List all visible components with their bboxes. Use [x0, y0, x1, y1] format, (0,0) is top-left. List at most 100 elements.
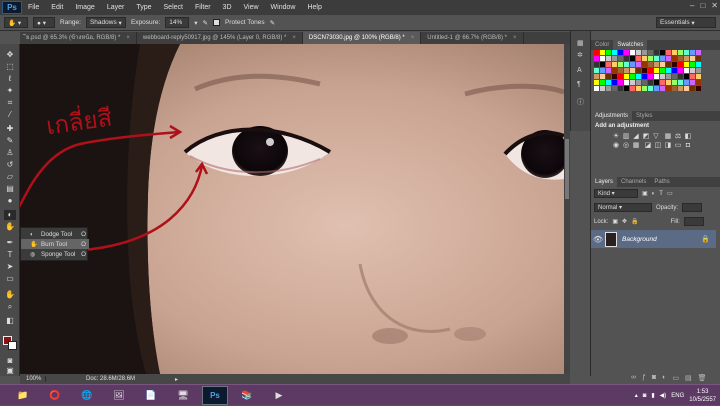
swatch[interactable]: [654, 62, 659, 67]
hand-tool-icon[interactable]: ✋: [4, 290, 16, 300]
swatch[interactable]: [660, 80, 665, 85]
swatch[interactable]: [648, 86, 653, 91]
fx-icon[interactable]: ƒ: [642, 374, 646, 382]
swatch[interactable]: [624, 68, 629, 73]
photo-filter-icon[interactable]: ◉: [611, 141, 621, 150]
swatch[interactable]: [600, 74, 605, 79]
swatch[interactable]: [660, 68, 665, 73]
screen-mode-icon[interactable]: ▣: [4, 366, 16, 376]
swatch[interactable]: [612, 56, 617, 61]
selective-color-icon[interactable]: ◘: [683, 142, 693, 151]
swatch[interactable]: [594, 80, 599, 85]
swatch[interactable]: [630, 80, 635, 85]
swatch[interactable]: [594, 86, 599, 91]
move-tool-icon[interactable]: ✥: [4, 50, 16, 60]
swatch[interactable]: [636, 62, 641, 67]
swatch[interactable]: [678, 62, 683, 67]
brightness-icon[interactable]: ☀: [611, 132, 621, 141]
brush-size-picker[interactable]: ● ▾: [33, 17, 55, 28]
swatch[interactable]: [660, 62, 665, 67]
swatch[interactable]: [648, 80, 653, 85]
swatch[interactable]: [624, 86, 629, 91]
swatch[interactable]: [696, 86, 701, 91]
close-tab-icon[interactable]: ×: [126, 32, 130, 44]
swatch[interactable]: [630, 86, 635, 91]
swatch[interactable]: [648, 68, 653, 73]
blur-tool-icon[interactable]: ●: [4, 196, 16, 206]
swatch[interactable]: [678, 86, 683, 91]
posterize-icon[interactable]: ◫: [653, 141, 663, 150]
swatch[interactable]: [600, 50, 605, 55]
exposure-icon[interactable]: ◩: [641, 132, 651, 141]
swatch[interactable]: [630, 62, 635, 67]
swatch[interactable]: [624, 74, 629, 79]
gradient-tool-icon[interactable]: ▤: [4, 184, 16, 194]
tab-paths[interactable]: Paths: [650, 177, 673, 187]
range-select[interactable]: Shadows ▾: [85, 17, 126, 28]
swatch[interactable]: [630, 74, 635, 79]
swatch[interactable]: [636, 80, 641, 85]
swatch[interactable]: [672, 86, 677, 91]
swatch[interactable]: [630, 56, 635, 61]
document-tab-active[interactable]: DSCN73030.jpg @ 100% (RGB/8) * ×: [302, 32, 422, 44]
swatch[interactable]: [612, 74, 617, 79]
menu-help[interactable]: Help: [301, 4, 327, 11]
swatch[interactable]: [606, 68, 611, 73]
swatch[interactable]: [630, 50, 635, 55]
menu-view[interactable]: View: [238, 4, 265, 11]
lock-all-icon[interactable]: 🔒: [631, 218, 638, 225]
swatch[interactable]: [690, 80, 695, 85]
properties-panel-icon[interactable]: ✲: [577, 51, 583, 59]
document-app-icon[interactable]: 📄: [138, 386, 164, 405]
swatch[interactable]: [696, 50, 701, 55]
swatch[interactable]: [642, 80, 647, 85]
swatch[interactable]: [684, 80, 689, 85]
menu-3d[interactable]: 3D: [217, 4, 238, 11]
levels-icon[interactable]: ▥: [621, 132, 631, 141]
swatch[interactable]: [594, 68, 599, 73]
lasso-tool-icon[interactable]: ℓ: [4, 74, 16, 84]
filter-type-icon[interactable]: T: [659, 191, 663, 197]
swatch[interactable]: [690, 50, 695, 55]
swatch[interactable]: [690, 56, 695, 61]
path-select-tool-icon[interactable]: ➤: [4, 262, 16, 272]
filter-adjust-icon[interactable]: ◐: [652, 191, 656, 197]
zoom-tool-icon[interactable]: ⌕: [4, 302, 16, 312]
tool-preset-picker[interactable]: ✋ ▾: [4, 17, 28, 28]
swatch[interactable]: [672, 56, 677, 61]
swatch[interactable]: [684, 68, 689, 73]
swatch[interactable]: [672, 74, 677, 79]
invert-icon[interactable]: ◪: [643, 141, 653, 150]
swatch[interactable]: [660, 74, 665, 79]
swatch[interactable]: [624, 80, 629, 85]
new-adjustment-icon[interactable]: ◐: [662, 374, 666, 382]
eraser-tool-icon[interactable]: ▱: [4, 172, 16, 182]
volume-icon[interactable]: ◀): [660, 392, 667, 399]
swatch[interactable]: [684, 56, 689, 61]
swatch[interactable]: [654, 56, 659, 61]
opacity-input[interactable]: [682, 203, 703, 212]
menu-image[interactable]: Image: [69, 4, 100, 11]
airbrush-icon[interactable]: ✎: [203, 19, 208, 27]
close-tab-icon[interactable]: ×: [411, 32, 415, 44]
swatch[interactable]: [606, 74, 611, 79]
swatch[interactable]: [618, 50, 623, 55]
swatch[interactable]: [666, 56, 671, 61]
clone-stamp-tool-icon[interactable]: ♙: [4, 148, 16, 158]
swatch[interactable]: [636, 74, 641, 79]
blend-mode-select[interactable]: Normal ▾: [594, 203, 652, 212]
filter-pixel-icon[interactable]: ▣: [642, 190, 648, 197]
input-language[interactable]: ENG: [671, 393, 684, 399]
swatch[interactable]: [696, 68, 701, 73]
swatch[interactable]: [666, 68, 671, 73]
swatch[interactable]: [642, 62, 647, 67]
swatch[interactable]: [636, 86, 641, 91]
swatch[interactable]: [600, 62, 605, 67]
exposure-dropdown-icon[interactable]: ▾: [194, 19, 197, 27]
swatch[interactable]: [678, 74, 683, 79]
swatch[interactable]: [606, 80, 611, 85]
new-group-icon[interactable]: ▭: [672, 374, 679, 382]
tab-color[interactable]: Color: [591, 40, 613, 50]
sponge-tool-item[interactable]: ◍ Sponge Tool O: [21, 249, 89, 259]
pen-tool-icon[interactable]: ✒: [4, 238, 16, 248]
